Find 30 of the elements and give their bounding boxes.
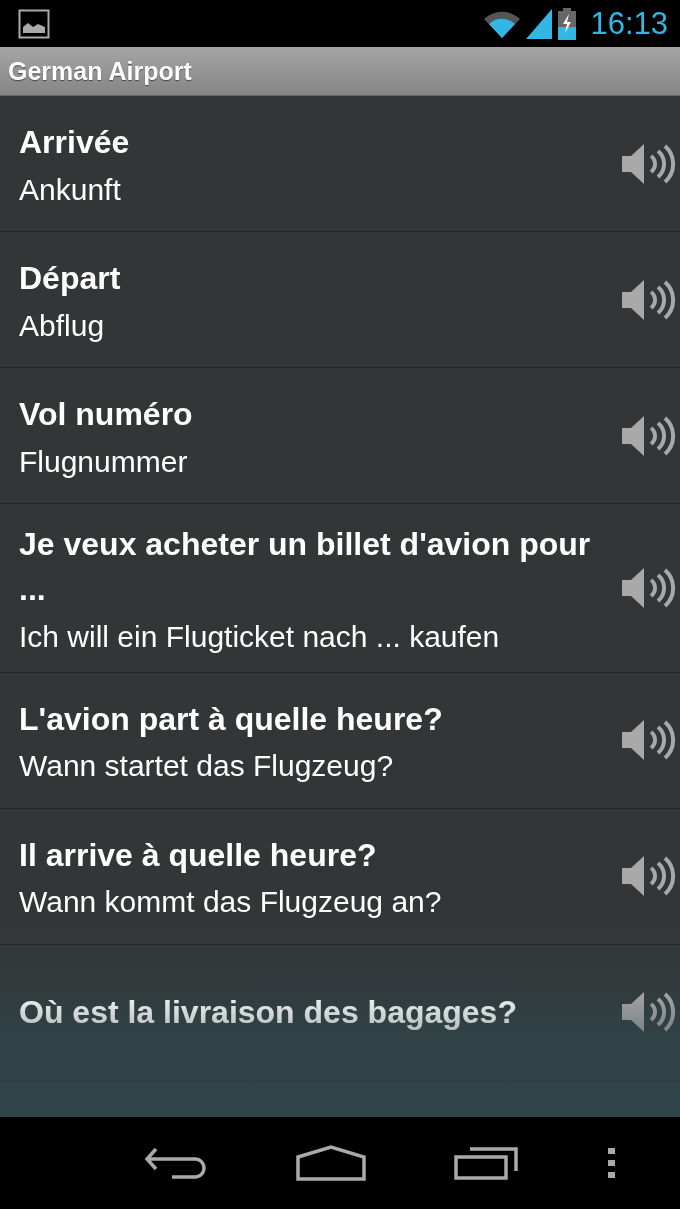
french-phrase: Vol numéro	[19, 395, 194, 435]
home-icon[interactable]	[296, 1145, 366, 1181]
german-translation: Wann startet das Flugzeug?	[19, 749, 395, 784]
signal-icon	[526, 8, 553, 39]
german-translation: Flugnummer	[19, 444, 189, 479]
phrase-row[interactable]: Vol numéro Flugnummer	[0, 368, 680, 504]
clock-time: 16:13	[590, 5, 668, 42]
app-title: German Airport	[8, 56, 192, 86]
image-icon	[18, 8, 50, 39]
overflow-menu-icon[interactable]	[608, 1148, 616, 1178]
back-icon[interactable]	[144, 1146, 208, 1180]
german-translation: Ich will ein Flugticket nach ... kaufen	[19, 619, 501, 654]
french-phrase: Il arrive à quelle heure?	[19, 835, 378, 875]
phrase-row[interactable]: L'avion part à quelle heure? Wann startet das Flugzeug?	[0, 672, 680, 809]
german-translation: Ankunft	[19, 172, 122, 207]
phrase-row[interactable]: Je veux acheter un billet d'avion pour ... Ich will ein Flugticket nach ... kaufen	[0, 504, 680, 673]
battery-icon	[558, 7, 577, 40]
recent-apps-icon[interactable]	[454, 1146, 520, 1180]
french-phrase: Départ	[19, 259, 122, 299]
french-phrase: Où est la livraison des bagages?	[19, 992, 518, 1032]
phrase-row[interactable]: Arrivée Ankunft	[0, 96, 680, 232]
german-translation: Abflug	[19, 308, 106, 343]
phrase-row[interactable]: Départ Abflug	[0, 232, 680, 368]
phrase-row[interactable]: Il arrive à quelle heure? Wann kommt das Flugzeug an?	[0, 808, 680, 945]
german-translation: Wann kommt das Flugzeug an?	[19, 885, 443, 920]
wifi-icon	[484, 9, 521, 38]
phrase-row[interactable]: Où est la livraison des bagages?	[0, 944, 680, 1081]
french-phrase: L'avion part à quelle heure?	[19, 699, 444, 739]
french-phrase: Je veux acheter un billet d'avion pour ...	[19, 525, 592, 609]
french-phrase: Arrivée	[19, 123, 131, 163]
